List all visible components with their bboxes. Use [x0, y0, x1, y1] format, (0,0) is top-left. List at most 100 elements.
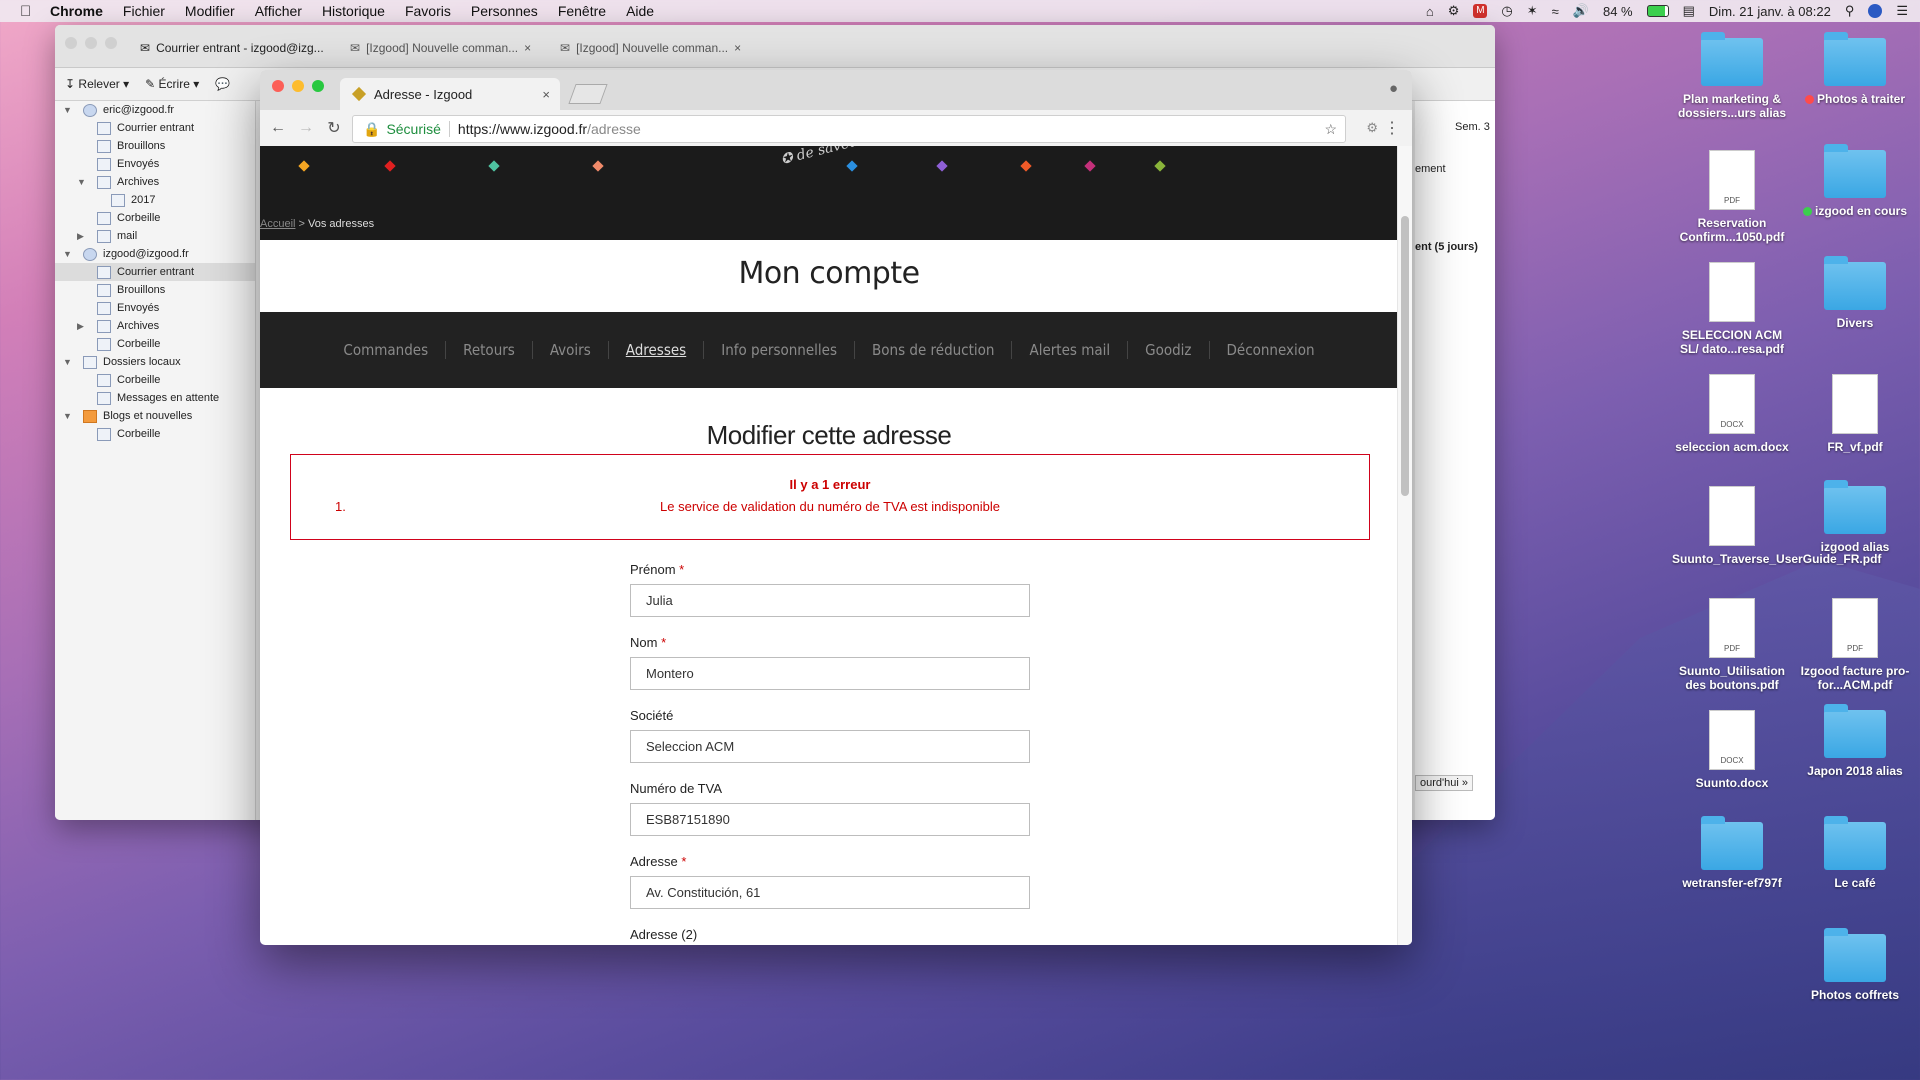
chevron-down-icon[interactable]: ▼	[63, 411, 72, 421]
new-tab-button[interactable]	[568, 84, 608, 104]
menu-fenetre[interactable]: Fenêtre	[558, 3, 606, 19]
user-avatar-icon[interactable]	[1868, 4, 1883, 18]
input-pr-nom[interactable]: Julia	[630, 584, 1030, 617]
broadcast-icon[interactable]: ⌂	[1426, 4, 1434, 19]
menu-historique[interactable]: Historique	[322, 3, 385, 19]
scrollbar-thumb[interactable]	[1401, 216, 1409, 496]
nav-item-goodiz[interactable]: Goodiz	[1128, 341, 1210, 359]
folder-item[interactable]: Envoyés	[55, 155, 255, 173]
desktop-icon[interactable]: Plan marketing & dossiers...urs alias	[1672, 32, 1792, 120]
chevron-down-icon[interactable]: ▼	[63, 105, 72, 115]
relever-button[interactable]: ↧ Relever ▾	[65, 77, 129, 91]
nav-item-info-personnelles[interactable]: Info personnelles	[704, 341, 855, 359]
nav-item-retours[interactable]: Retours	[446, 341, 533, 359]
desktop-icon[interactable]: PDF Izgood facture pro-for...ACM.pdf	[1795, 598, 1915, 692]
mail-badge-icon[interactable]: M	[1473, 4, 1488, 18]
folder-item[interactable]: Corbeille	[55, 371, 255, 389]
close-tab-icon[interactable]: ×	[542, 87, 550, 102]
nav-item-commandes[interactable]: Commandes	[326, 341, 447, 359]
clock[interactable]: Dim. 21 janv. à 08:22	[1709, 4, 1831, 19]
nav-item-avoirs[interactable]: Avoirs	[533, 341, 609, 359]
folder-item[interactable]: Courrier entrant	[55, 263, 255, 281]
folder-item[interactable]: ▼ eric@izgood.fr	[55, 101, 255, 119]
bookmark-star-icon[interactable]: ☆	[1324, 121, 1337, 138]
folder-item[interactable]: Brouillons	[55, 281, 255, 299]
menu-fichier[interactable]: Fichier	[123, 3, 165, 19]
folder-item[interactable]: Corbeille	[55, 209, 255, 227]
close-icon[interactable]: ×	[524, 41, 531, 55]
menu-aide[interactable]: Aide	[626, 3, 654, 19]
close-window-button[interactable]	[65, 37, 77, 49]
nav-item-adresses[interactable]: Adresses	[609, 341, 705, 359]
chevron-right-icon[interactable]: ▶	[77, 231, 84, 242]
tb-tab-order-1[interactable]: ✉ [Izgood] Nouvelle comman... ×	[350, 33, 531, 63]
desktop-icon[interactable]: DOCX seleccion acm.docx	[1672, 374, 1792, 454]
input-soci-t-[interactable]: Seleccion ACM	[630, 730, 1030, 763]
folder-item[interactable]: Corbeille	[55, 335, 255, 353]
minimize-window-button[interactable]	[292, 80, 304, 92]
gear-icon[interactable]: ⚙	[1448, 3, 1460, 19]
menu-favoris[interactable]: Favoris	[405, 3, 451, 19]
notification-center-icon[interactable]: ☰	[1896, 3, 1908, 19]
menu-app[interactable]: Chrome	[50, 3, 103, 19]
folder-item[interactable]: Corbeille	[55, 425, 255, 443]
profile-icon[interactable]: ●	[1389, 80, 1398, 97]
input-num-ro-de-tva[interactable]: ESB87151890	[630, 803, 1030, 836]
minimize-window-button[interactable]	[85, 37, 97, 49]
folder-item[interactable]: ▼ Dossiers locaux	[55, 353, 255, 371]
kebab-menu-icon[interactable]: ⋮	[1384, 118, 1400, 138]
folder-item[interactable]: ▼ Archives	[55, 173, 255, 191]
tb-tab-inbox[interactable]: ✉ Courrier entrant - izgood@izg...	[140, 33, 324, 63]
spotlight-search-icon[interactable]: ⚲	[1845, 3, 1855, 19]
extension-icon[interactable]: ⚙	[1366, 120, 1378, 136]
time-machine-icon[interactable]: ◷	[1501, 3, 1512, 19]
breadcrumb-home-link[interactable]: Accueil	[260, 218, 295, 230]
folder-item[interactable]: ▼ izgood@izgood.fr	[55, 245, 255, 263]
desktop-icon[interactable]: FR_vf.pdf	[1795, 374, 1915, 454]
nav-item-alertes-mail[interactable]: Alertes mail	[1012, 341, 1129, 359]
desktop-icon[interactable]: Suunto_Traverse_UserGuide_FR.pdf	[1672, 486, 1881, 566]
chevron-down-icon[interactable]: ▼	[63, 357, 72, 367]
nav-item-d-connexion[interactable]: Déconnexion	[1210, 341, 1332, 359]
desktop-icon[interactable]: Divers	[1795, 256, 1915, 330]
desktop-icon[interactable]: izgood alias	[1795, 480, 1915, 554]
bluetooth-icon[interactable]: ✶	[1527, 3, 1538, 19]
desktop-icon[interactable]: PDF Reservation Confirm...1050.pdf	[1672, 150, 1792, 244]
folder-item[interactable]: Courrier entrant	[55, 119, 255, 137]
folder-item[interactable]: Messages en attente	[55, 389, 255, 407]
desktop-icon[interactable]: Photos coffrets	[1795, 928, 1915, 1002]
desktop-icon[interactable]: DOCX Suunto.docx	[1672, 710, 1792, 790]
desktop-icon[interactable]: Japon 2018 alias	[1795, 704, 1915, 778]
tb-tab-order-2[interactable]: ✉ [Izgood] Nouvelle comman... ×	[560, 33, 741, 63]
close-window-button[interactable]	[272, 80, 284, 92]
input-adresse[interactable]: Av. Constitución, 61	[630, 876, 1030, 909]
input-nom[interactable]: Montero	[630, 657, 1030, 690]
chevron-down-icon[interactable]: ▼	[63, 249, 72, 259]
folder-item[interactable]: ▶ Archives	[55, 317, 255, 335]
folder-item[interactable]: ▼ Blogs et nouvelles	[55, 407, 255, 425]
desktop-icon[interactable]: Photos à traiter	[1795, 32, 1915, 106]
desktop-icon[interactable]: SELECCION ACM SL/ dato...resa.pdf	[1672, 262, 1792, 356]
desktop-icon[interactable]: wetransfer-ef797f	[1672, 816, 1792, 890]
chevron-right-icon[interactable]: ▶	[77, 321, 84, 332]
wifi-icon[interactable]: ≈	[1552, 4, 1559, 19]
desktop-icon[interactable]: Le café	[1795, 816, 1915, 890]
menu-personnes[interactable]: Personnes	[471, 3, 538, 19]
battery-icon[interactable]	[1646, 5, 1669, 17]
volume-icon[interactable]: 🔊	[1573, 3, 1589, 19]
desktop-icon[interactable]: PDF Suunto_Utilisation des boutons.pdf	[1672, 598, 1792, 692]
folder-item[interactable]: ▶ mail	[55, 227, 255, 245]
chat-icon[interactable]: 💬	[215, 77, 230, 91]
menu-modifier[interactable]: Modifier	[185, 3, 235, 19]
ecrire-button[interactable]: ✎ Écrire ▾	[145, 77, 199, 91]
today-button[interactable]: ourd'hui »	[1415, 775, 1473, 791]
menu-afficher[interactable]: Afficher	[255, 3, 302, 19]
folder-item[interactable]: Envoyés	[55, 299, 255, 317]
forward-arrow-icon[interactable]: →	[292, 119, 320, 137]
close-icon[interactable]: ×	[734, 41, 741, 55]
reload-icon[interactable]: ↻	[320, 118, 348, 138]
input-menu-icon[interactable]: ▤	[1683, 3, 1695, 19]
page-scrollbar[interactable]	[1397, 146, 1412, 945]
back-arrow-icon[interactable]: ←	[264, 119, 292, 137]
folder-item[interactable]: Brouillons	[55, 137, 255, 155]
